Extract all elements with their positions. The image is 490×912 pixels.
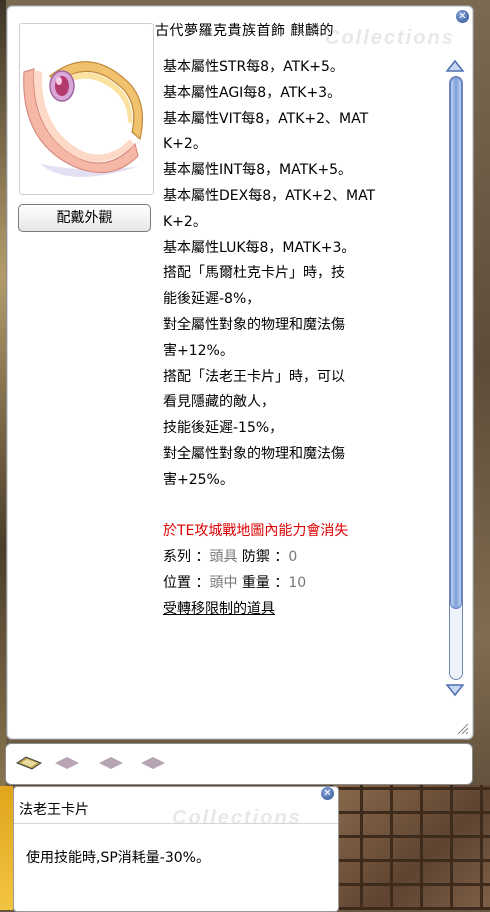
card-slot-empty-icon[interactable]	[140, 756, 166, 770]
description-line: 基本屬性AGI每8，ATK+3。	[163, 84, 342, 101]
type-label: 系列	[163, 549, 191, 566]
card-window-stripe	[0, 786, 13, 910]
defense-value: 0	[288, 549, 298, 566]
item-name: 古代夢羅克貴族首飾 麒麟的	[155, 23, 334, 39]
description-line: 看見隱藏的敵人，	[163, 394, 275, 411]
description-line: K+2。	[163, 136, 207, 153]
item-description: 基本屬性STR每8，ATK+5。 基本屬性AGI每8，ATK+3。 基本屬性VI…	[163, 55, 443, 735]
restriction-link[interactable]: 受轉移限制的道具	[163, 597, 443, 623]
appearance-button[interactable]: 配戴外觀	[18, 204, 151, 232]
description-line: 害+12%。	[163, 342, 234, 359]
resize-grip-icon[interactable]	[455, 721, 469, 735]
defense-label: 防禦	[241, 549, 270, 566]
position-label: 位置	[163, 574, 191, 591]
divider	[14, 823, 338, 824]
close-icon[interactable]: ✕	[456, 10, 469, 23]
card-slot-empty-icon[interactable]	[98, 756, 124, 770]
type-value: 頭具	[209, 549, 238, 566]
description-line: K+2。	[163, 213, 207, 230]
description-line: 基本屬性STR每8，ATK+5。	[163, 59, 344, 75]
item-image-box	[19, 23, 154, 195]
card-slot-bar	[5, 743, 473, 785]
description-line: 基本屬性LUK每8，MATK+3。	[163, 239, 356, 256]
description-line: 能後延遲-8%，	[163, 291, 261, 308]
colon: ：	[274, 574, 289, 591]
description-line: 對全屬性對象的物理和魔法傷	[163, 445, 345, 462]
card-description: 使用技能時,SP消耗量-30%。	[26, 850, 210, 866]
colon: ：	[195, 549, 210, 566]
colon: ：	[274, 549, 289, 566]
item-info-window: Collections 古代夢羅克貴族首飾 麒麟的 ✕ 配戴外觀 基本屬性STR…	[6, 5, 474, 740]
card-name: 法老王卡片	[19, 802, 89, 818]
description-line: 基本屬性DEX每8，ATK+2、MAT	[163, 187, 376, 204]
description-line: 基本屬性VIT每8，ATK+2、MAT	[163, 110, 369, 127]
description-line	[163, 494, 443, 520]
stat-row-type: 系列 ：頭具 防禦 ：0	[163, 545, 443, 571]
collections-watermark: Collections	[172, 807, 302, 829]
card-info-window: Collections 法老王卡片 ✕ 使用技能時,SP消耗量-30%。	[13, 786, 339, 912]
position-value: 頭中	[209, 574, 238, 591]
description-line: 技能後延遲-15%，	[163, 420, 284, 437]
headgear-icon	[23, 61, 143, 178]
card-slot-empty-icon[interactable]	[54, 756, 80, 770]
scroll-up-arrow-icon[interactable]	[445, 58, 465, 74]
description-line: 搭配「法老王卡片」時，可以	[163, 368, 345, 385]
colon: ：	[195, 574, 210, 591]
stone-wall	[330, 785, 490, 910]
description-scrollbar[interactable]	[444, 58, 466, 698]
description-line: 對全屬性對象的物理和魔法傷	[163, 316, 345, 333]
scroll-thumb[interactable]	[450, 77, 462, 609]
description-line: 害+25%。	[163, 471, 234, 488]
description-line: 搭配「馬爾杜克卡片」時，技	[163, 265, 345, 282]
siege-warning: 於TE攻城戰地圖內能力會消失	[163, 523, 349, 540]
weight-value: 10	[288, 574, 307, 591]
close-icon[interactable]: ✕	[321, 787, 334, 800]
scroll-down-arrow-icon[interactable]	[445, 682, 465, 698]
description-line: 基本屬性INT每8，MATK+5。	[163, 162, 352, 179]
weight-label: 重量	[241, 574, 270, 591]
stat-row-position: 位置 ：頭中 重量 ：10	[163, 571, 443, 597]
card-slot-filled-icon[interactable]	[16, 756, 42, 770]
